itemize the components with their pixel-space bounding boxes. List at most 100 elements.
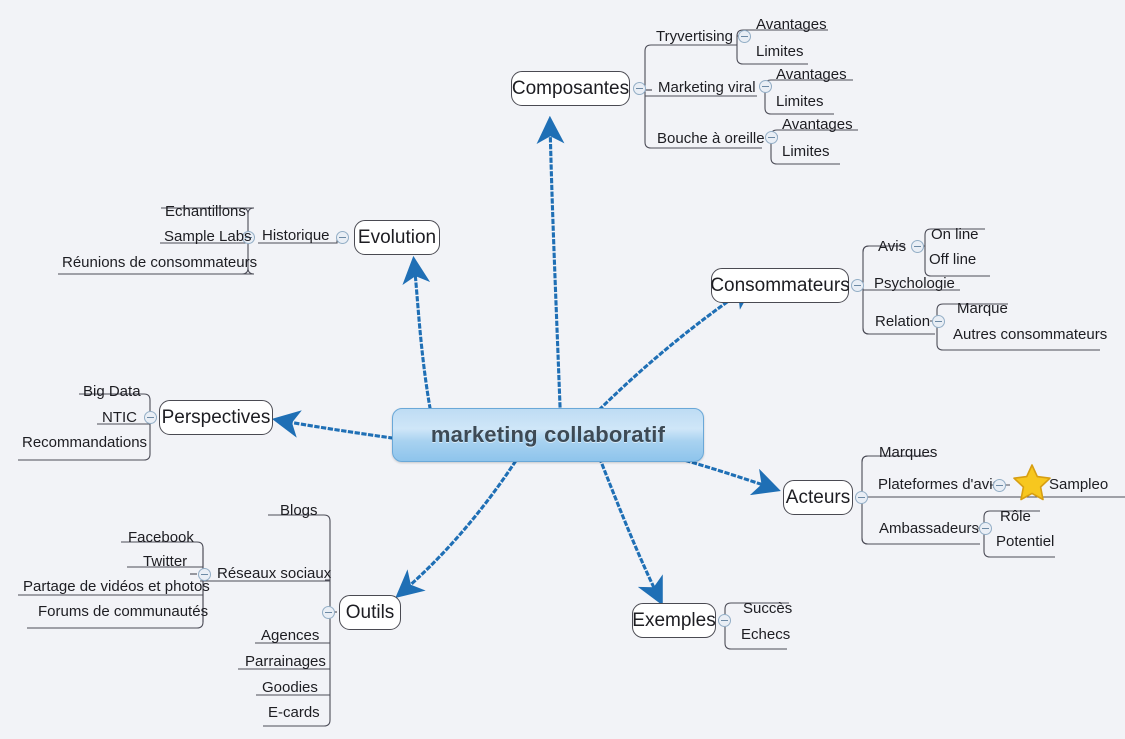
sub-node-reseaux-sociaux[interactable]: Réseaux sociaux xyxy=(214,566,334,581)
root-label: marketing collaboratif xyxy=(430,422,666,447)
sub-node-on-line[interactable]: On line xyxy=(928,227,982,242)
collapse-toggle-marketing-viral[interactable] xyxy=(759,80,772,93)
sub-node-plateformes-davis[interactable]: Plateformes d'avis xyxy=(875,477,1003,492)
branch-node-evolution[interactable]: Evolution xyxy=(354,220,440,255)
sub-node-ntic[interactable]: NTIC xyxy=(99,410,140,425)
sub-label: Avantages xyxy=(756,16,827,33)
branch-node-consommateurs[interactable]: Consommateurs xyxy=(710,268,850,303)
sub-node-marques[interactable]: Marques xyxy=(876,445,940,460)
branch-label-perspectives: Perspectives xyxy=(161,406,271,428)
sub-label: E-cards xyxy=(268,704,320,721)
branch-node-acteurs[interactable]: Acteurs xyxy=(783,480,853,515)
collapse-toggle-consommateurs[interactable] xyxy=(851,279,864,292)
sub-node-relation[interactable]: Relation xyxy=(872,314,933,329)
sub-node-reunions-de-consommateurs[interactable]: Réunions de consommateurs xyxy=(59,255,260,270)
sub-node-ambassadeurs[interactable]: Ambassadeurs xyxy=(876,521,982,536)
sub-node-bouche-limites[interactable]: Limites xyxy=(779,144,833,159)
sub-label: Limites xyxy=(782,143,830,160)
sub-node-echecs[interactable]: Echecs xyxy=(738,627,793,642)
collapse-toggle-tryvertising[interactable] xyxy=(738,30,751,43)
sub-label: Forums de communautés xyxy=(38,603,209,620)
sub-label: Facebook xyxy=(128,529,194,546)
connector-layer xyxy=(18,29,1125,727)
sub-label: Twitter xyxy=(143,553,188,570)
sub-node-bouche-avantages[interactable]: Avantages xyxy=(779,117,856,132)
collapse-toggle-ambassadeurs[interactable] xyxy=(979,522,992,535)
sub-label: Echantillons xyxy=(165,203,246,220)
sub-node-marketing-viral[interactable]: Marketing viral xyxy=(655,80,759,95)
sub-label: Avantages xyxy=(776,66,847,83)
collapse-toggle-bouche-a-oreille[interactable] xyxy=(765,131,778,144)
collapse-toggle-plateformes-davis[interactable] xyxy=(993,479,1006,492)
sub-label: Avantages xyxy=(782,116,853,133)
branch-label-acteurs: Acteurs xyxy=(785,486,851,508)
collapse-toggle-perspectives[interactable] xyxy=(144,411,157,424)
branch-label-evolution: Evolution xyxy=(357,226,437,248)
collapse-toggle-evolution[interactable] xyxy=(336,231,349,244)
sub-label: Plateformes d'avis xyxy=(878,476,1001,493)
sub-node-agences[interactable]: Agences xyxy=(258,628,322,643)
sub-node-facebook[interactable]: Facebook xyxy=(125,530,197,545)
sub-node-twitter[interactable]: Twitter xyxy=(140,554,190,569)
sub-label: Succès xyxy=(743,600,793,617)
branch-node-composantes[interactable]: Composantes xyxy=(511,71,630,106)
sub-label: Limites xyxy=(776,93,824,110)
collapse-toggle-outils[interactable] xyxy=(322,606,335,619)
sub-label: Parrainages xyxy=(245,653,326,670)
sub-node-role[interactable]: Rôle xyxy=(997,509,1034,524)
sub-label: Blogs xyxy=(280,502,318,519)
sub-label: Echecs xyxy=(741,626,791,643)
collapse-toggle-relation[interactable] xyxy=(932,315,945,328)
sub-node-recommandations[interactable]: Recommandations xyxy=(19,435,150,450)
sub-node-big-data[interactable]: Big Data xyxy=(80,384,144,399)
branch-node-exemples[interactable]: Exemples xyxy=(632,603,716,638)
branch-node-outils[interactable]: Outils xyxy=(339,595,401,630)
sub-label: Relation xyxy=(875,313,931,330)
collapse-toggle-exemples[interactable] xyxy=(718,614,731,627)
sub-label: Goodies xyxy=(262,679,318,696)
branch-node-perspectives[interactable]: Perspectives xyxy=(159,400,273,435)
collapse-toggle-composantes[interactable] xyxy=(633,82,646,95)
sub-node-tryvertising-avantages[interactable]: Avantages xyxy=(753,17,830,32)
sub-label: Marque xyxy=(957,300,1008,317)
sub-node-parrainages[interactable]: Parrainages xyxy=(242,654,329,669)
sub-label: Potentiel xyxy=(996,533,1055,550)
sub-node-off-line[interactable]: Off line xyxy=(926,252,979,267)
sub-node-sample-labs[interactable]: Sample Labs xyxy=(161,229,255,244)
sub-label: Big Data xyxy=(83,383,141,400)
sub-node-blogs[interactable]: Blogs xyxy=(277,503,321,518)
sub-label: Tryvertising xyxy=(656,28,733,45)
sub-node-tryvertising-limites[interactable]: Limites xyxy=(753,44,807,59)
sub-node-forums-de-communautes[interactable]: Forums de communautés xyxy=(35,604,211,619)
sub-node-sampleo[interactable]: Sampleo xyxy=(1046,477,1111,492)
sub-label: Rôle xyxy=(1000,508,1031,525)
sub-node-tryvertising[interactable]: Tryvertising xyxy=(653,29,736,44)
root-node[interactable]: marketing collaboratif xyxy=(392,408,704,462)
branch-label-outils: Outils xyxy=(345,601,395,623)
sub-node-historique[interactable]: Historique xyxy=(259,228,333,243)
sub-label: Sampleo xyxy=(1049,476,1109,493)
sub-label: Sample Labs xyxy=(164,228,252,245)
collapse-toggle-acteurs[interactable] xyxy=(855,491,868,504)
sub-label: Marketing viral xyxy=(658,79,756,96)
branch-label-consommateurs: Consommateurs xyxy=(710,274,850,296)
sub-label: Réseaux sociaux xyxy=(217,565,332,582)
sub-node-echantillons[interactable]: Echantillons xyxy=(162,204,249,219)
sub-label: Autres consommateurs xyxy=(953,326,1108,343)
sub-node-bouche-a-oreille[interactable]: Bouche à oreille xyxy=(654,131,768,146)
sub-node-e-cards[interactable]: E-cards xyxy=(265,705,323,720)
sub-node-marketing-viral-avantages[interactable]: Avantages xyxy=(773,67,850,82)
sub-label: On line xyxy=(931,226,979,243)
sub-node-goodies[interactable]: Goodies xyxy=(259,680,321,695)
sub-label: Off line xyxy=(929,251,977,268)
sub-node-autres-consommateurs[interactable]: Autres consommateurs xyxy=(950,327,1110,342)
sub-node-potentiel[interactable]: Potentiel xyxy=(993,534,1057,549)
sub-label: Recommandations xyxy=(22,434,148,451)
sub-node-avis[interactable]: Avis xyxy=(875,239,909,254)
sub-node-marketing-viral-limites[interactable]: Limites xyxy=(773,94,827,109)
sub-node-succes[interactable]: Succès xyxy=(740,601,795,616)
sub-node-partage-de-videos-et-photos[interactable]: Partage de vidéos et photos xyxy=(20,579,213,594)
sub-node-psychologie[interactable]: Psychologie xyxy=(871,276,958,291)
sub-node-marque[interactable]: Marque xyxy=(954,301,1011,316)
collapse-toggle-avis[interactable] xyxy=(911,240,924,253)
